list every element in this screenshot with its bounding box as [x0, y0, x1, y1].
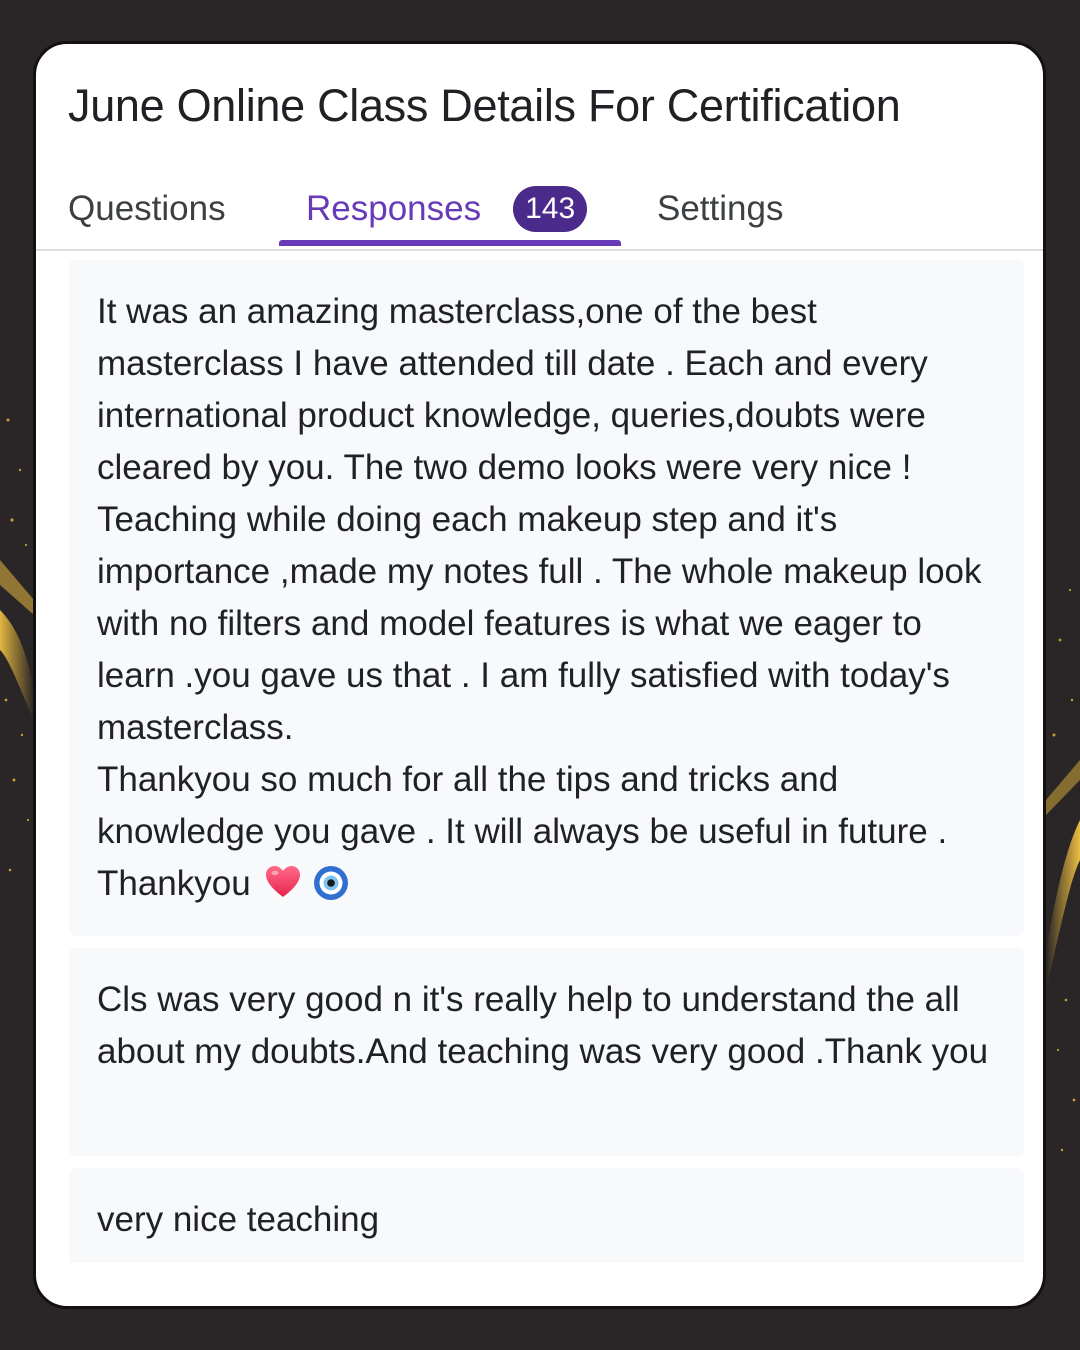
response-text: It was an amazing masterclass,one of the… [97, 286, 996, 910]
response-item: very nice teaching [69, 1168, 1024, 1263]
tab-questions-label: Questions [68, 189, 226, 228]
response-text-body: It was an amazing masterclass,one of the… [97, 292, 982, 903]
nazar-eye-icon [313, 866, 348, 900]
tab-responses[interactable]: Responses 143 [279, 174, 621, 244]
active-tab-indicator [279, 240, 621, 246]
response-text: Cls was very good n it's really help to … [97, 980, 989, 1071]
tabs-divider [36, 249, 1043, 251]
tab-questions[interactable]: Questions [68, 174, 226, 244]
response-item: It was an amazing masterclass,one of the… [69, 260, 1024, 936]
tab-settings[interactable]: Settings [657, 174, 783, 244]
heart-icon [265, 866, 300, 897]
form-responses-card: June Online Class Details For Certificat… [33, 41, 1046, 1309]
form-title: June Online Class Details For Certificat… [68, 80, 901, 131]
response-text: very nice teaching [97, 1200, 380, 1239]
response-item: Cls was very good n it's really help to … [69, 948, 1024, 1156]
tab-responses-label: Responses [306, 189, 482, 228]
responses-count-badge: 143 [513, 186, 588, 232]
tab-settings-label: Settings [657, 189, 784, 228]
responses-list: It was an amazing masterclass,one of the… [69, 260, 1024, 1275]
tab-bar: Questions Responses 143 Settings [36, 174, 1043, 249]
